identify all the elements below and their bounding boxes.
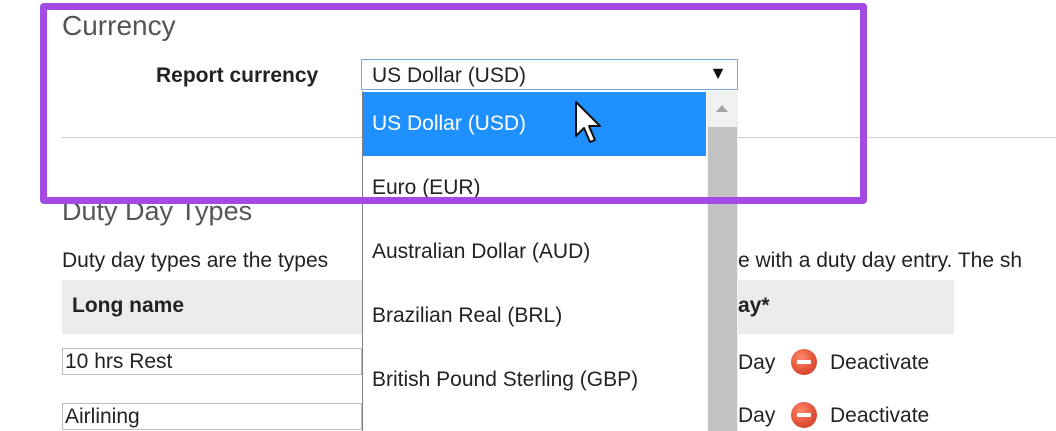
row-day-type: Day	[738, 351, 776, 374]
minus-circle-icon[interactable]	[791, 402, 817, 428]
long-name-input[interactable]: 10 hrs Rest	[62, 348, 362, 375]
currency-option-label: British Pound Sterling (GBP)	[372, 368, 639, 391]
minus-circle-icon[interactable]	[791, 349, 817, 375]
currency-option-brl[interactable]: Brazilian Real (BRL)	[363, 284, 706, 348]
column-header-long-name: Long name	[72, 294, 185, 317]
duty-day-description-end: e with a duty day entry. The sh	[738, 249, 1023, 272]
highlight-box	[40, 3, 867, 204]
currency-option-aud[interactable]: Australian Dollar (AUD)	[363, 220, 706, 284]
duty-day-description: Duty day types are the types	[62, 249, 329, 272]
deactivate-link[interactable]: Deactivate	[830, 351, 929, 375]
deactivate-link[interactable]: Deactivate	[830, 404, 929, 428]
column-header-day-type: ay*	[738, 294, 770, 317]
currency-option-label: Brazilian Real (BRL)	[372, 304, 563, 327]
currency-option-label: Australian Dollar (AUD)	[372, 240, 591, 263]
row-day-type: Day	[738, 404, 776, 427]
currency-option-gbp[interactable]: British Pound Sterling (GBP)	[363, 348, 706, 412]
